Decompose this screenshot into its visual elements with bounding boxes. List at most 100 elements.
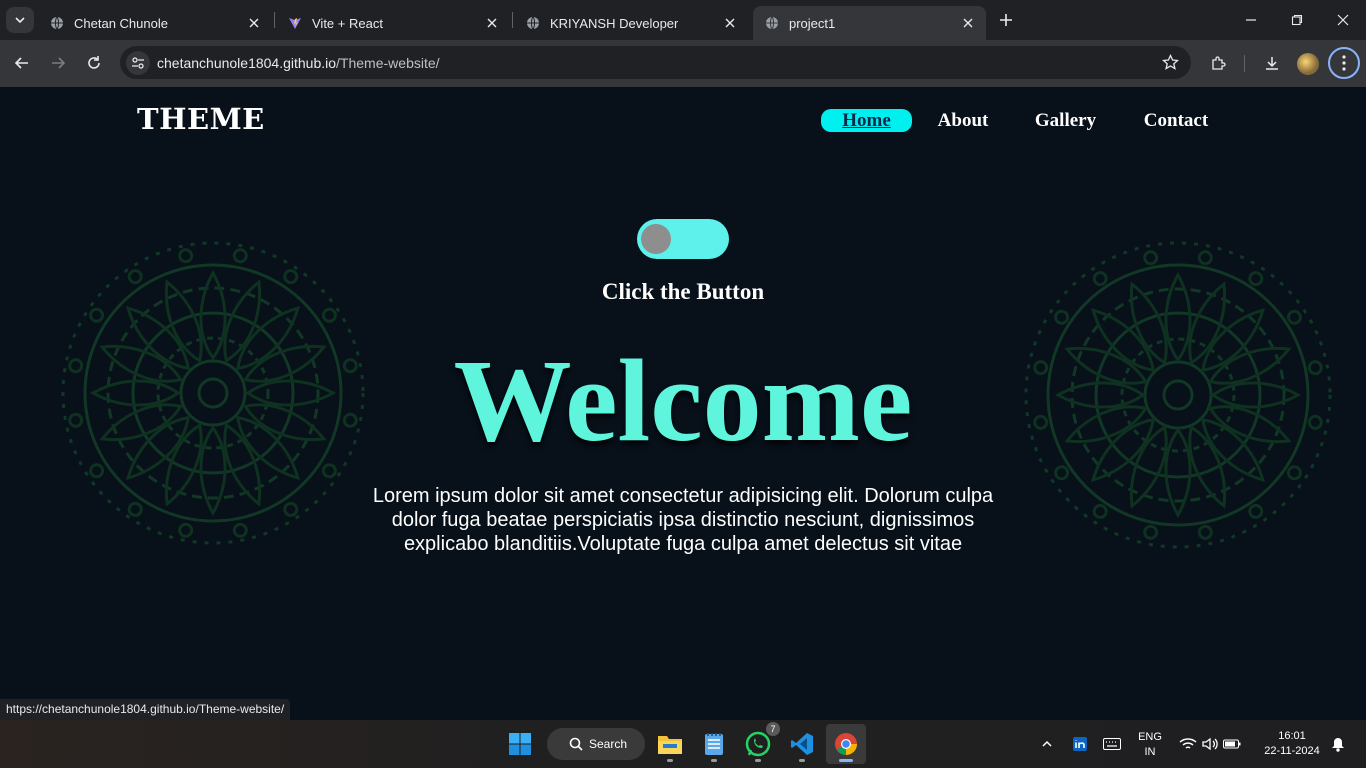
site-logo[interactable]: THEME [137, 102, 265, 136]
tab-strip: Chetan Chunole Vite + React KRIYANSH Dev… [0, 0, 1366, 40]
tab-title: project1 [789, 15, 836, 31]
status-bar-url: https://chetanchunole1804.github.io/Them… [0, 699, 291, 720]
tab-separator [512, 12, 513, 28]
volume-icon [1202, 737, 1218, 751]
chevron-down-icon [15, 17, 25, 24]
nav-contact-link[interactable]: Contact [1134, 109, 1218, 132]
tab-vite-react[interactable]: Vite + React [276, 6, 510, 40]
tab-kriyansh-developer[interactable]: KRIYANSH Developer [514, 6, 748, 40]
close-window-button[interactable] [1320, 0, 1366, 40]
close-icon[interactable] [484, 15, 500, 31]
bell-icon [1332, 737, 1344, 752]
whatsapp-icon [745, 731, 771, 757]
running-indicator [711, 759, 717, 762]
language-indicator[interactable]: ENG IN [1132, 730, 1168, 760]
vscode-icon [791, 733, 813, 755]
tab-title: Vite + React [312, 15, 383, 31]
globe-icon [526, 16, 540, 30]
linkedin-tray-button[interactable] [1066, 724, 1094, 764]
language-code: ENG [1138, 731, 1162, 743]
notepad-icon [705, 733, 723, 755]
tab-separator [274, 12, 275, 28]
keyboard-icon [1103, 738, 1121, 750]
restore-icon [1291, 14, 1303, 26]
close-icon[interactable] [246, 15, 262, 31]
tab-search-button[interactable] [6, 7, 34, 33]
network-volume-battery-tray[interactable] [1174, 724, 1246, 764]
running-indicator [755, 759, 761, 762]
nav-about-link[interactable]: About [924, 109, 1002, 132]
arrow-right-icon [52, 57, 66, 69]
reload-icon [88, 56, 100, 69]
toggle-knob [641, 224, 671, 254]
reload-button[interactable] [79, 48, 109, 78]
new-tab-button[interactable] [994, 8, 1018, 32]
close-icon[interactable] [960, 15, 976, 31]
taskbar-search[interactable]: Search [547, 728, 645, 760]
battery-icon [1223, 739, 1241, 749]
nav-home-link[interactable]: Home [821, 109, 912, 132]
region-code: IN [1144, 746, 1156, 758]
file-explorer-button[interactable] [650, 724, 690, 764]
start-button[interactable] [500, 724, 540, 764]
browser-toolbar: chetanchunole1804.github.io/Theme-websit… [0, 40, 1366, 87]
show-hidden-icons-button[interactable] [1030, 724, 1064, 764]
tab-title: KRIYANSH Developer [550, 15, 679, 31]
restore-button[interactable] [1274, 0, 1320, 40]
vite-icon [288, 16, 302, 30]
clock[interactable]: 16:01 22-11-2024 [1254, 729, 1330, 759]
notification-badge: 7 [766, 722, 780, 736]
clock-date: 22-11-2024 [1264, 745, 1320, 757]
keyboard-tray-button[interactable] [1097, 724, 1127, 764]
minimize-icon [1246, 19, 1256, 21]
tab-title: Chetan Chunole [74, 15, 168, 31]
theme-toggle-switch[interactable] [637, 219, 729, 259]
extensions-button[interactable] [1203, 48, 1233, 78]
search-label: Search [589, 737, 628, 751]
nav-gallery-link[interactable]: Gallery [1025, 109, 1106, 132]
bookmark-star-icon[interactable] [1162, 54, 1179, 71]
more-vertical-icon [1342, 55, 1346, 71]
chevron-up-icon [1042, 740, 1052, 747]
toolbar-separator [1244, 55, 1245, 72]
plus-icon [1000, 14, 1012, 26]
chrome-button[interactable] [826, 724, 866, 764]
tab-chetan-chunole[interactable]: Chetan Chunole [38, 6, 272, 40]
globe-icon [765, 16, 779, 30]
close-icon [1337, 14, 1349, 26]
welcome-heading: Welcome [453, 335, 913, 466]
chrome-icon [835, 733, 857, 755]
puzzle-icon [1211, 55, 1226, 70]
notifications-button[interactable] [1330, 724, 1346, 764]
windows-taskbar: Search 7 ENG IN 16:01 22-11-2024 [0, 720, 1366, 768]
close-icon[interactable] [722, 15, 738, 31]
address-bar[interactable]: chetanchunole1804.github.io/Theme-websit… [120, 46, 1191, 79]
tab-project1[interactable]: project1 [753, 6, 986, 40]
url-path: /Theme-website/ [336, 55, 440, 71]
linkedin-icon [1073, 737, 1087, 751]
web-page: THEME Home About Gallery Contact Click t… [0, 87, 1366, 720]
url-text: chetanchunole1804.github.io/Theme-websit… [157, 55, 440, 71]
notepad-button[interactable] [694, 724, 734, 764]
intro-paragraph: Lorem ipsum dolor sit amet consectetur a… [372, 485, 994, 555]
profile-avatar[interactable] [1297, 53, 1319, 75]
vscode-button[interactable] [782, 724, 822, 764]
back-button[interactable] [7, 48, 37, 78]
downloads-button[interactable] [1257, 48, 1287, 78]
download-icon [1266, 57, 1278, 70]
minimize-button[interactable] [1228, 0, 1274, 40]
arrow-left-icon [14, 57, 28, 69]
browser-chrome: Chetan Chunole Vite + React KRIYANSH Dev… [0, 0, 1366, 87]
wifi-icon [1179, 738, 1197, 749]
active-indicator [839, 759, 853, 762]
forward-button[interactable] [43, 48, 73, 78]
chrome-menu-button[interactable] [1328, 47, 1360, 79]
site-settings-icon[interactable] [126, 51, 150, 75]
globe-icon [50, 16, 64, 30]
toggle-label: Click the Button [601, 279, 765, 304]
whatsapp-button[interactable]: 7 [738, 722, 780, 764]
running-indicator [667, 759, 673, 762]
folder-icon [658, 736, 682, 754]
windows-logo-icon [509, 733, 531, 755]
search-icon [569, 737, 583, 751]
